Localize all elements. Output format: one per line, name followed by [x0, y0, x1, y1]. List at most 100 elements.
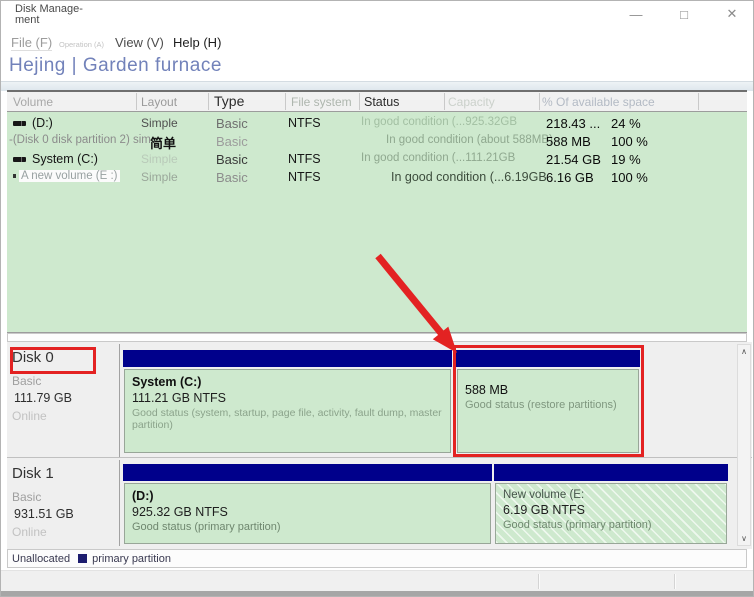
partition-status: Good status (primary partition)	[503, 519, 652, 531]
volume-list-header: Volume Layout Type File system Status Ca…	[7, 90, 747, 112]
column-header-file-system[interactable]: File system	[291, 95, 352, 109]
maximize-button[interactable]: □	[675, 5, 693, 23]
column-header-type[interactable]: Type	[214, 93, 244, 109]
menu-view[interactable]: View (V)	[115, 35, 164, 50]
disk1-name: Disk 1	[12, 465, 54, 482]
window-title: Disk Manage- ment	[15, 4, 83, 26]
primary-partition-swatch	[78, 554, 88, 563]
column-header-capacity[interactable]: Capacity	[448, 95, 495, 109]
statusbar-divider	[674, 574, 675, 589]
chevron-down-icon: ∨	[741, 534, 747, 543]
menu-file[interactable]: File (F)	[11, 35, 53, 51]
vertical-scrollbar[interactable]: ∧ ∨	[737, 344, 751, 546]
column-divider[interactable]	[698, 93, 699, 110]
partition-title: New volume (E:	[503, 489, 585, 501]
disk1-row: Disk 1 Basic 931.51 GB Online (D:) 925.3…	[7, 460, 752, 546]
disk0-size: 111.79 GB	[14, 391, 72, 405]
title-bar: Disk Manage- ment — □ ✕	[1, 1, 753, 31]
type-cell: Basic	[216, 152, 248, 167]
status-cell: In good condition (about 588MB)	[386, 134, 553, 146]
scroll-down-button[interactable]: ∨	[738, 532, 750, 545]
volume-row-system-c[interactable]: System (C:) Simple Basic NTFS In good co…	[7, 150, 747, 168]
layout-cell: Simple	[141, 170, 178, 184]
partition-system-c[interactable]: System (C:) 111.21 GB NTFS Good status (…	[123, 350, 452, 454]
partition-title: System (C:)	[132, 375, 202, 389]
column-divider[interactable]	[285, 93, 286, 110]
layout-cell: Simple	[141, 116, 178, 130]
chevron-up-icon: ∧	[741, 347, 747, 356]
volume-cell: System (C:)	[13, 152, 98, 166]
status-bar	[1, 570, 753, 592]
partition-header-bar	[123, 350, 452, 367]
percent-cell: 24 %	[611, 116, 641, 131]
column-divider[interactable]	[359, 93, 360, 110]
volume-row-new-volume-e[interactable]: A new volume (E :) Simple Basic NTFS In …	[7, 168, 747, 186]
volume-cell: (D:)	[13, 116, 53, 130]
capacity-cell: 6.16 GB	[546, 170, 594, 185]
type-cell: Basic	[216, 134, 248, 149]
maximize-icon: □	[680, 6, 688, 22]
column-header-percent[interactable]: % Of available space	[542, 95, 655, 109]
column-divider[interactable]	[208, 93, 209, 110]
partition-body: New volume (E: 6.19 GB NTFS Good status …	[495, 483, 727, 544]
column-divider[interactable]	[136, 93, 137, 110]
menu-help[interactable]: Help (H)	[173, 35, 221, 50]
status-cell: In good condition (...925.32GB	[361, 116, 517, 128]
minimize-button[interactable]: —	[627, 5, 645, 23]
column-divider[interactable]	[539, 93, 540, 110]
disk0-name: Disk 0	[12, 349, 54, 366]
legend-bar: Unallocated primary partition	[7, 549, 747, 568]
disk1-info-panel[interactable]: Disk 1 Basic 931.51 GB Online	[7, 460, 120, 546]
volume-icon	[13, 156, 26, 162]
volume-row-d[interactable]: (D:) Simple Basic NTFS In good condition…	[7, 114, 747, 132]
partition-588mb-recovery[interactable]: 588 MB Good status (restore partitions)	[456, 350, 640, 454]
partition-header-bar	[494, 464, 728, 481]
partition-title: (D:)	[132, 489, 154, 503]
pane-divider[interactable]	[7, 333, 747, 342]
partition-size: 925.32 GB NTFS	[132, 505, 228, 519]
volume-list: (D:) Simple Basic NTFS In good condition…	[7, 112, 747, 333]
window-controls: — □ ✕	[627, 5, 741, 23]
partition-size: 111.21 GB NTFS	[132, 391, 227, 405]
volume-row-disk0-partition2[interactable]: -(Disk 0 disk partition 2) sim 简单 Basic …	[7, 132, 747, 151]
column-divider[interactable]	[444, 93, 445, 110]
percent-cell: 100 %	[611, 170, 648, 185]
statusbar-divider	[538, 574, 539, 589]
banner-text: Hejing | Garden furnace	[9, 55, 222, 76]
partition-d[interactable]: (D:) 925.32 GB NTFS Good status (primary…	[123, 464, 492, 545]
legend-unallocated-label: Unallocated	[12, 552, 71, 565]
legend-primary-label: primary partition	[92, 552, 171, 565]
file-system-cell: NTFS	[288, 170, 321, 184]
status-cell: In good condition (...6.19GB	[391, 170, 547, 184]
menu-bar: File (F) Operation (A) View (V) Help (H)	[1, 31, 753, 54]
partition-body: (D:) 925.32 GB NTFS Good status (primary…	[124, 483, 491, 544]
percent-cell: 100 %	[611, 134, 648, 149]
volume-cell: A new volume (E :)	[13, 170, 120, 182]
column-header-status[interactable]: Status	[364, 95, 399, 109]
window-bottom-edge	[1, 591, 753, 596]
minimize-icon: —	[629, 6, 643, 22]
file-system-cell: NTFS	[288, 116, 321, 130]
disk1-state: Online	[12, 525, 47, 539]
volume-icon-small	[13, 174, 16, 178]
partition-header-bar	[123, 464, 492, 481]
capacity-cell: 218.43 ...	[546, 116, 601, 131]
capacity-cell: 588 MB	[546, 134, 591, 149]
file-system-cell: NTFS	[288, 152, 321, 166]
column-header-volume[interactable]: Volume	[13, 95, 53, 109]
partition-body: System (C:) 111.21 GB NTFS Good status (…	[124, 369, 451, 453]
disk-graph-pane: Disk 0 Basic 111.79 GB Online System (C:…	[7, 342, 752, 549]
scroll-up-button[interactable]: ∧	[738, 345, 750, 358]
banner-area: Hejing | Garden furnace	[1, 54, 753, 81]
disk0-info-panel[interactable]: Disk 0 Basic 111.79 GB Online	[7, 344, 120, 457]
partition-new-volume-e[interactable]: New volume (E: 6.19 GB NTFS Good status …	[494, 464, 728, 545]
column-header-layout[interactable]: Layout	[141, 95, 177, 109]
close-button[interactable]: ✕	[723, 5, 741, 23]
volume-cell: -(Disk 0 disk partition 2) sim	[9, 134, 151, 146]
partition-status: Good status (restore partitions)	[465, 399, 617, 411]
menu-operation[interactable]: Operation (A)	[59, 40, 104, 49]
type-cell: Basic	[216, 116, 248, 131]
volume-icon	[13, 120, 26, 126]
layout-cell: Simple	[141, 152, 178, 166]
partition-status: Good status (primary partition)	[132, 521, 281, 533]
